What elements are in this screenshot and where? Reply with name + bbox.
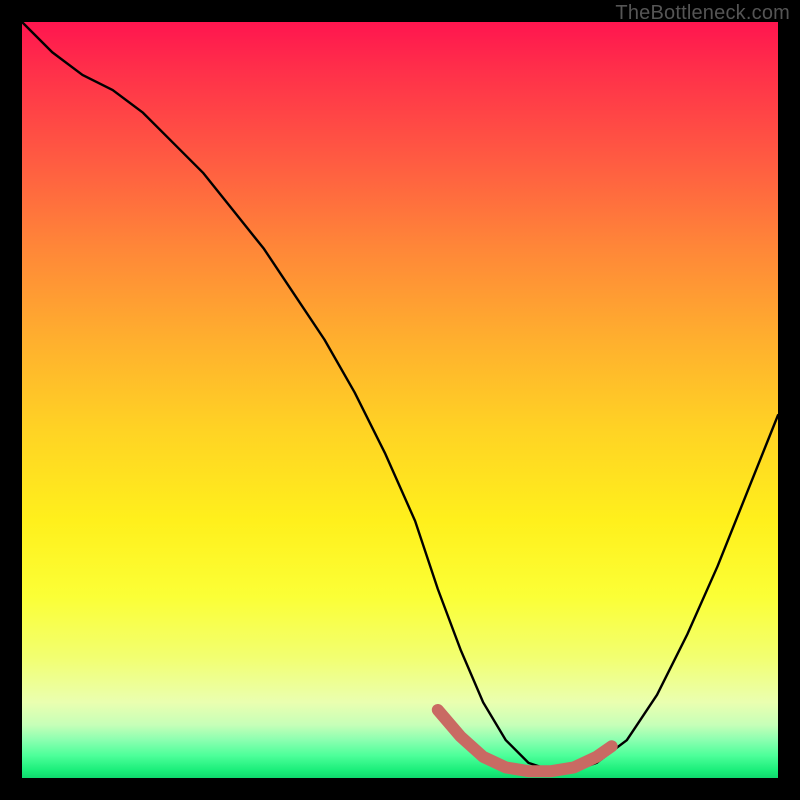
series-highlight <box>438 710 612 771</box>
series-curve <box>22 22 778 770</box>
chart-frame <box>22 22 778 778</box>
chart-svg <box>22 22 778 778</box>
